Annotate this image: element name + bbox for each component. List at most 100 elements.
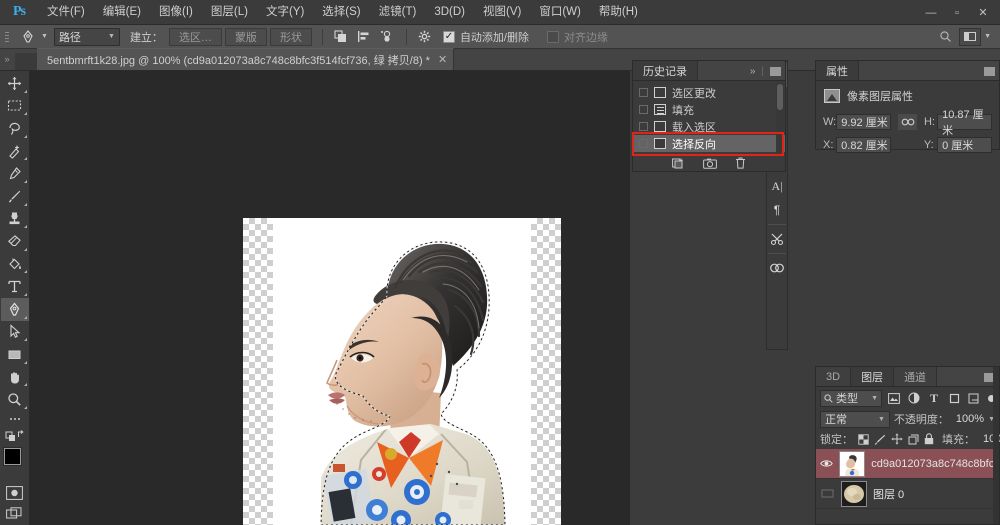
history-source-checkbox[interactable] (639, 122, 648, 131)
layer-name[interactable]: cd9a012073a8c748c8bfc3f… (871, 458, 999, 470)
menu-type[interactable]: 文字(Y) (257, 0, 313, 25)
tab-properties[interactable]: 属性 (816, 61, 859, 80)
gear-icon[interactable] (414, 27, 436, 47)
opacity-value[interactable]: 100% (956, 413, 984, 425)
panel-menu-icon[interactable] (984, 67, 995, 76)
lock-position-icon[interactable] (891, 432, 903, 446)
height-field[interactable]: 10.87 厘米 (937, 114, 992, 130)
history-source-checkbox[interactable] (639, 88, 648, 97)
make-mask-button[interactable]: 蒙版 (225, 28, 267, 46)
menu-edit[interactable]: 编辑(E) (94, 0, 150, 25)
more-tools-icon[interactable] (1, 411, 29, 427)
panel-menu-icon[interactable] (770, 67, 781, 76)
make-shape-button[interactable]: 形状 (270, 28, 312, 46)
canvas-area[interactable] (30, 71, 630, 525)
menu-filter[interactable]: 滤镜(T) (370, 0, 426, 25)
menu-file[interactable]: 文件(F) (38, 0, 94, 25)
pen-tool-icon[interactable] (16, 27, 40, 47)
filter-pixel-icon[interactable] (886, 390, 902, 406)
lasso-tool[interactable] (1, 117, 29, 140)
hand-tool[interactable] (1, 366, 29, 389)
move-tool[interactable] (1, 72, 29, 95)
pen-mode-select[interactable]: 路径 ▼ (54, 28, 120, 46)
layer-thumbnail[interactable] (841, 481, 867, 507)
quick-selection-tool[interactable] (1, 140, 29, 163)
character-dock-icon[interactable]: A| (767, 174, 787, 198)
layer-thumbnail[interactable] (839, 451, 865, 477)
paragraph-dock-icon[interactable]: ¶ (767, 198, 787, 222)
paint-bucket-tool[interactable] (1, 253, 29, 276)
delete-state-button[interactable] (735, 157, 746, 169)
quick-mask-icon[interactable] (1, 482, 29, 504)
search-icon[interactable] (934, 27, 956, 47)
new-snapshot-button[interactable] (703, 158, 717, 169)
zoom-tool[interactable] (1, 388, 29, 411)
brush-tool[interactable] (1, 185, 29, 208)
history-item-3[interactable]: 选择反向 (633, 135, 785, 152)
filter-type-icon[interactable]: T (926, 390, 942, 406)
eyedropper-tool[interactable] (1, 162, 29, 185)
lock-artboard-icon[interactable] (908, 432, 919, 446)
close-button[interactable]: ✕ (970, 3, 996, 23)
pen-tool[interactable] (1, 298, 29, 321)
path-selection-tool[interactable] (1, 321, 29, 344)
x-field[interactable]: 0.82 厘米 (836, 137, 891, 153)
menu-select[interactable]: 选择(S) (313, 0, 369, 25)
lock-image-pixels-icon[interactable] (874, 432, 886, 446)
rectangular-marquee-tool[interactable] (1, 95, 29, 118)
color-swatches[interactable] (1, 448, 29, 477)
history-scrollbar-thumb[interactable] (777, 84, 783, 110)
history-scrollbar[interactable] (776, 82, 784, 153)
tab-3d[interactable]: 3D (816, 367, 851, 386)
link-dimensions-icon[interactable] (898, 114, 917, 130)
align-edges-checkbox[interactable] (547, 31, 559, 43)
layer-row-0[interactable]: cd9a012073a8c748c8bfc3f… (816, 449, 999, 479)
rectangle-tool[interactable] (1, 343, 29, 366)
filter-adjustment-icon[interactable] (906, 390, 922, 406)
foreground-color-swatch[interactable] (4, 448, 21, 465)
history-item-0[interactable]: 选区更改 (633, 84, 785, 101)
type-tool[interactable] (1, 275, 29, 298)
tab-bar-grip[interactable]: » (0, 48, 14, 70)
close-icon[interactable]: ✕ (438, 53, 447, 66)
menu-3d[interactable]: 3D(D) (425, 0, 474, 25)
menu-image[interactable]: 图像(I) (150, 0, 202, 25)
screen-mode-icon[interactable] (1, 503, 29, 525)
layer-visibility-toggle[interactable] (819, 489, 835, 498)
auto-add-delete-checkbox[interactable]: ✓ (443, 31, 455, 43)
layer-kind-filter[interactable]: 类型 ▼ (820, 390, 882, 407)
filter-shape-icon[interactable] (946, 390, 962, 406)
width-field[interactable]: 9.92 厘米 (836, 114, 891, 130)
menu-view[interactable]: 视图(V) (474, 0, 530, 25)
tool-presets-dock-icon[interactable] (767, 227, 787, 251)
menu-window[interactable]: 窗口(W) (530, 0, 590, 25)
workspace-chevron-icon[interactable]: ▼ (984, 33, 991, 40)
creative-cloud-dock-icon[interactable] (767, 256, 787, 280)
layer-row-1[interactable]: 图层 0 (816, 479, 999, 509)
chevron-double-right-icon[interactable]: » (750, 66, 756, 77)
history-item-2[interactable]: 载入选区 (633, 118, 785, 135)
blend-mode-select[interactable]: 正常 ▼ (820, 411, 890, 428)
minimize-button[interactable]: — (918, 3, 944, 23)
tab-history[interactable]: 历史记录 (633, 61, 698, 80)
tab-channels[interactable]: 通道 (894, 367, 937, 386)
new-document-from-state-button[interactable] (672, 157, 685, 169)
eraser-tool[interactable] (1, 230, 29, 253)
workspace-switcher-icon[interactable] (959, 28, 981, 46)
history-source-checkbox[interactable] (639, 139, 648, 148)
history-item-1[interactable]: 填充 (633, 101, 785, 118)
document-canvas[interactable] (243, 218, 561, 525)
document-tab[interactable]: 5entbmrft1k28.jpg @ 100% (cd9a012073a8c7… (37, 48, 454, 70)
tool-preset-chevron-icon[interactable]: ▼ (41, 33, 48, 40)
menu-layer[interactable]: 图层(L) (202, 0, 257, 25)
layers-scrollbar[interactable] (993, 367, 999, 524)
y-field[interactable]: 0 厘米 (937, 137, 992, 153)
filter-smart-object-icon[interactable] (966, 390, 982, 406)
layer-name[interactable]: 图层 0 (873, 486, 904, 502)
lock-transparent-pixels-icon[interactable] (858, 432, 869, 446)
history-source-checkbox[interactable] (639, 105, 648, 114)
maximize-button[interactable]: ▫ (944, 3, 970, 23)
menu-help[interactable]: 帮助(H) (590, 0, 647, 25)
lock-all-icon[interactable] (924, 432, 934, 446)
options-bar-grip[interactable] (2, 25, 12, 49)
